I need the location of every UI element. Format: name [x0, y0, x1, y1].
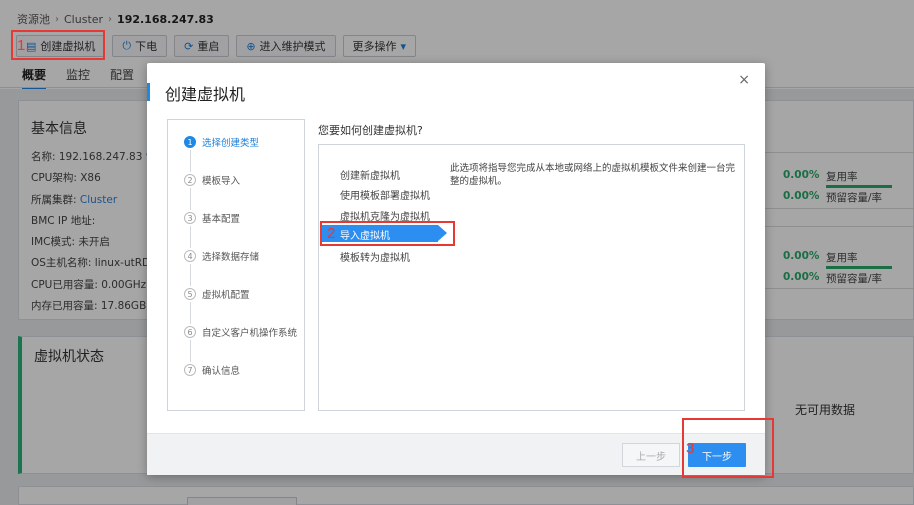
step-label: 选择数据存储 [202, 252, 260, 263]
prev-button[interactable]: 上一步 [622, 443, 680, 467]
annotation-box-2 [320, 221, 455, 246]
step-connector [190, 226, 191, 248]
step-connector [190, 150, 191, 172]
option-description: 此选项将指导您完成从本地或网络上的虚拟机模板文件来创建一台完整的虚拟机。 [450, 163, 736, 187]
title-accent-bar [147, 83, 150, 101]
wizard-step[interactable]: 4 选择数据存储 [184, 248, 259, 264]
annotation-label-3: 3 [686, 440, 695, 457]
step-number: 5 [184, 288, 196, 300]
step-connector [190, 302, 191, 324]
option-deploy-from-template[interactable]: 使用模板部署虚拟机 [340, 187, 430, 202]
creation-options: 创建新虚拟机 使用模板部署虚拟机 虚拟机克隆为虚拟机 导入虚拟机 模板转为虚拟机… [318, 144, 745, 411]
step-label: 基本配置 [202, 214, 241, 225]
step-label: 自定义客户机操作系统 [202, 328, 298, 339]
dialog-footer: 上一步 下一步 [147, 433, 765, 475]
step-number: 6 [184, 326, 196, 338]
step-connector [190, 188, 191, 210]
wizard-step[interactable]: 2 模板导入 [184, 172, 240, 188]
step-number: 4 [184, 250, 196, 262]
step-label: 模板导入 [202, 176, 241, 187]
step-connector [190, 340, 191, 362]
annotation-label-2: 2 [327, 225, 336, 242]
option-new-vm[interactable]: 创建新虚拟机 [340, 167, 400, 182]
wizard-steps: 1 选择创建类型 2 模板导入 3 基本配置 4 选择数据存储 5 虚拟机配置 … [167, 119, 305, 411]
step-number: 1 [184, 136, 196, 148]
wizard-step[interactable]: 7 确认信息 [184, 362, 240, 378]
dialog-title: 创建虚拟机 [165, 85, 246, 104]
annotation-label-1: 1. [17, 37, 30, 54]
option-template-to-vm[interactable]: 模板转为虚拟机 [340, 249, 410, 264]
step-number: 2 [184, 174, 196, 186]
wizard-step[interactable]: 1 选择创建类型 [184, 134, 259, 150]
wizard-step[interactable]: 3 基本配置 [184, 210, 240, 226]
wizard-step[interactable]: 6 自定义客户机操作系统 [184, 324, 297, 340]
step-number: 7 [184, 364, 196, 376]
step-number: 3 [184, 212, 196, 224]
wizard-step[interactable]: 5 虚拟机配置 [184, 286, 250, 302]
step-connector [190, 264, 191, 286]
close-icon[interactable]: × [738, 72, 750, 88]
step-label: 选择创建类型 [202, 138, 260, 149]
step-label: 虚拟机配置 [202, 290, 250, 301]
creation-question: 您要如何创建虚拟机? [318, 124, 423, 137]
create-vm-dialog: 创建虚拟机 × 1 选择创建类型 2 模板导入 3 基本配置 4 选择数据存储 … [147, 63, 765, 475]
annotation-box-3 [682, 418, 774, 478]
step-label: 确认信息 [202, 366, 241, 377]
